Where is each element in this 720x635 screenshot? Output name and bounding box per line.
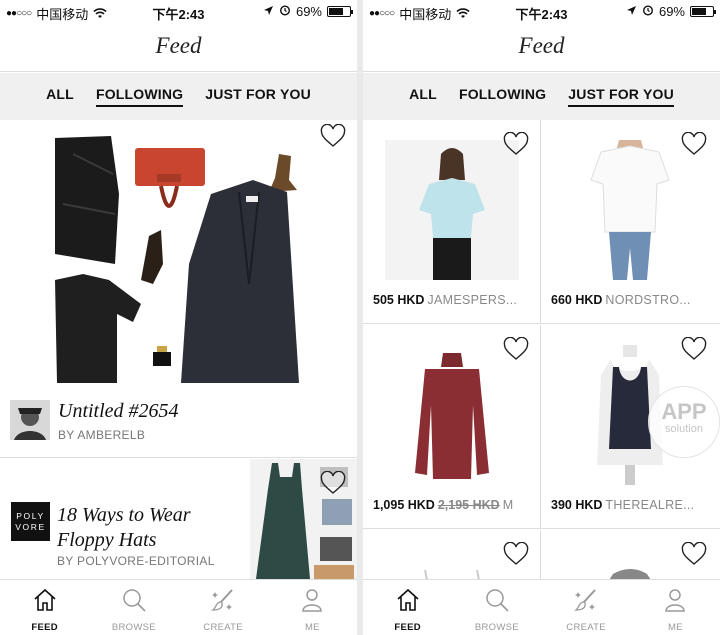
brush-icon <box>573 587 599 613</box>
location-arrow-icon <box>626 4 637 19</box>
nav-header: Feed <box>363 24 720 72</box>
tab-all[interactable]: ALL <box>46 86 74 107</box>
article-author[interactable]: BY POLYVORE-EDITORIAL <box>57 554 215 568</box>
favorite-heart-icon[interactable] <box>503 336 529 361</box>
person-icon <box>662 587 688 613</box>
page-title: Feed <box>518 33 565 58</box>
tab-just-for-you[interactable]: JUST FOR YOU <box>568 86 674 107</box>
product-card[interactable]: 660 HKD NORDSTRO... <box>541 120 720 324</box>
favorite-heart-icon[interactable] <box>320 470 346 495</box>
nav-header: Feed <box>0 24 357 72</box>
battery-percent: 69% <box>658 4 685 19</box>
search-icon <box>484 587 510 613</box>
product-original-price: 2,195 HKD <box>437 498 500 512</box>
product-card[interactable] <box>541 530 720 579</box>
polyvore-logo: POLY VORE <box>11 502 50 541</box>
phone-screen-just-for-you: ●●○○○ 中国移动 下午2:43 69% Feed ALL FOLLOWING… <box>363 0 720 635</box>
product-card[interactable]: 505 HKD JAMESPERS... <box>363 120 541 324</box>
tabbar-feed[interactable]: FEED <box>363 580 452 635</box>
editorial-card[interactable]: POLY VORE 18 Ways to Wear Floppy Hats BY… <box>0 459 357 579</box>
product-store: NORDSTRO... <box>605 293 691 307</box>
product-image[interactable] <box>563 140 697 280</box>
product-image[interactable] <box>385 345 519 485</box>
product-price: 505 HKD <box>373 293 425 307</box>
product-store: THEREALRE... <box>605 498 695 512</box>
battery-percent: 69% <box>295 4 322 19</box>
favorite-heart-icon[interactable] <box>503 131 529 156</box>
page-title: Feed <box>155 33 202 58</box>
set-collage-image[interactable] <box>53 134 302 383</box>
product-store: M <box>502 498 514 512</box>
tabbar-browse[interactable]: BROWSE <box>89 580 178 635</box>
tabbar-browse[interactable]: BROWSE <box>452 580 541 635</box>
search-icon <box>121 587 147 613</box>
product-card[interactable]: 1,095 HKD 2,195 HKD M <box>363 325 541 529</box>
article-title[interactable]: 18 Ways to Wear Floppy Hats <box>57 503 237 553</box>
feed-filter-tabs: ALL FOLLOWING JUST FOR YOU <box>0 73 357 120</box>
favorite-heart-icon[interactable] <box>681 336 707 361</box>
feed-filter-tabs: ALL FOLLOWING JUST FOR YOU <box>363 73 720 120</box>
product-grid: 505 HKD JAMESPERS... 660 HKD NORDSTRO... 1… <box>363 120 720 579</box>
home-icon <box>32 587 58 613</box>
product-image[interactable] <box>563 550 697 579</box>
tab-following[interactable]: FOLLOWING <box>459 86 546 107</box>
product-price: 390 HKD <box>551 498 603 512</box>
battery-icon <box>327 6 353 17</box>
product-price: 660 HKD <box>551 293 603 307</box>
phone-screen-following: ●●○○○ 中国移动 下午2:43 69% Feed ALL FOLLOWING… <box>0 0 357 635</box>
tabbar-create[interactable]: CREATE <box>542 580 631 635</box>
bottom-tab-bar: FEED BROWSE CREATE ME <box>0 579 357 635</box>
tab-all[interactable]: ALL <box>409 86 437 107</box>
avatar[interactable] <box>10 400 50 440</box>
set-title[interactable]: Untitled #2654 <box>58 400 179 423</box>
alarm-icon <box>279 4 291 19</box>
product-image[interactable] <box>385 550 519 579</box>
tabbar-me[interactable]: ME <box>631 580 720 635</box>
alarm-icon <box>642 4 654 19</box>
favorite-heart-icon[interactable] <box>320 123 346 148</box>
set-card[interactable]: Untitled #2654 BY AMBERELB <box>0 120 357 458</box>
set-author[interactable]: BY AMBERELB <box>58 428 145 442</box>
home-icon <box>395 587 421 613</box>
product-price: 1,095 HKD <box>373 498 435 512</box>
tab-just-for-you[interactable]: JUST FOR YOU <box>205 86 311 107</box>
product-card[interactable] <box>363 530 541 579</box>
person-icon <box>299 587 325 613</box>
favorite-heart-icon[interactable] <box>681 541 707 566</box>
tabbar-me[interactable]: ME <box>268 580 357 635</box>
product-image[interactable] <box>385 140 519 280</box>
bottom-tab-bar: FEED BROWSE CREATE ME <box>363 579 720 635</box>
product-store: JAMESPERS... <box>427 293 518 307</box>
battery-icon <box>690 6 716 17</box>
tabbar-create[interactable]: CREATE <box>179 580 268 635</box>
status-bar: ●●○○○ 中国移动 下午2:43 69% <box>0 0 357 24</box>
brush-icon <box>210 587 236 613</box>
favorite-heart-icon[interactable] <box>681 131 707 156</box>
tabbar-feed[interactable]: FEED <box>0 580 89 635</box>
tab-following[interactable]: FOLLOWING <box>95 86 184 107</box>
status-bar: ●●○○○ 中国移动 下午2:43 69% <box>363 0 720 24</box>
watermark-logo: APP solution <box>648 386 720 458</box>
favorite-heart-icon[interactable] <box>503 541 529 566</box>
location-arrow-icon <box>263 4 274 19</box>
